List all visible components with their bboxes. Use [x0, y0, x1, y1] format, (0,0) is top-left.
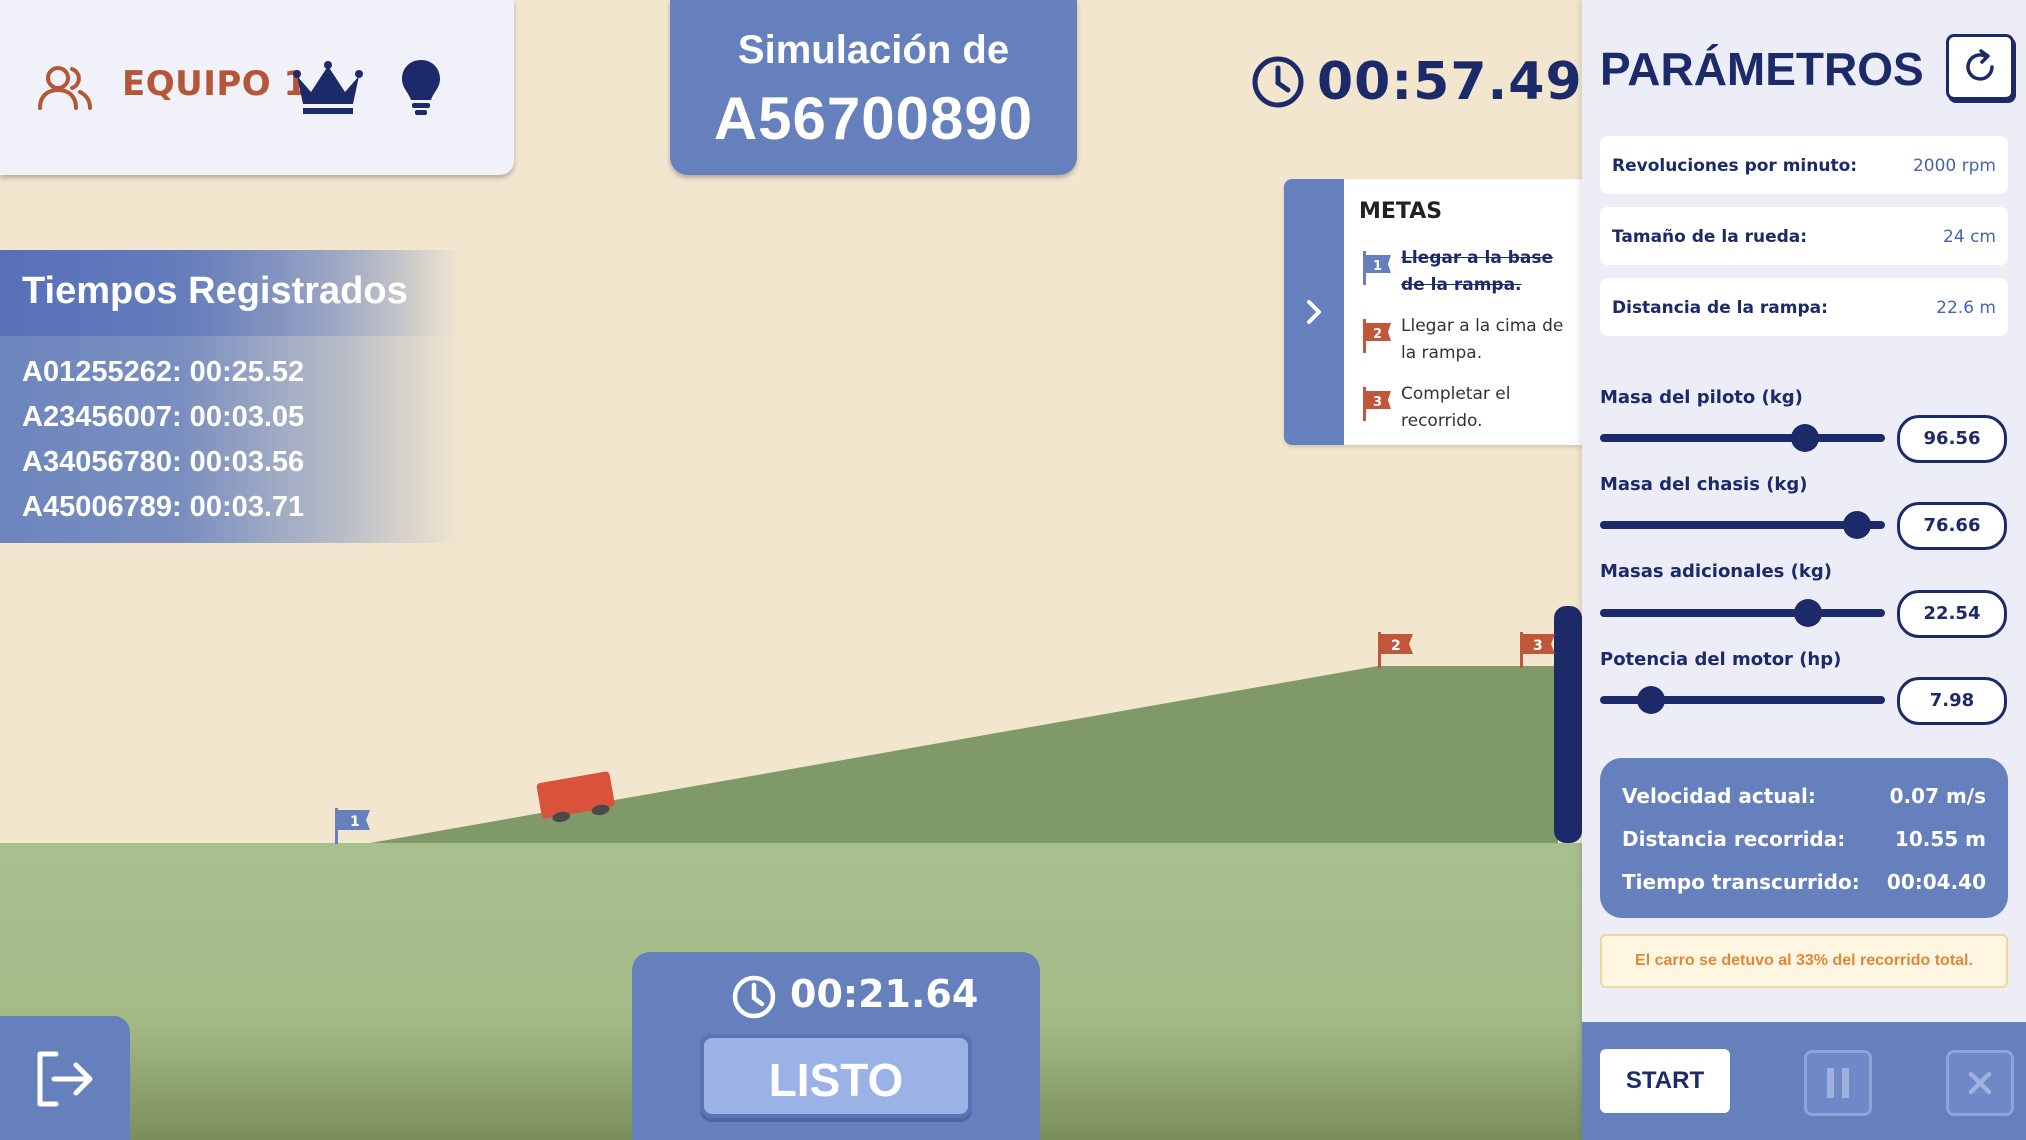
flag-3-number: 3	[1533, 638, 1543, 654]
param-label: Revoluciones por minuto:	[1612, 156, 1858, 176]
slider-label-motor-power: Potencia del motor (hp)	[1600, 649, 1842, 670]
stat-label: Distancia recorrida:	[1622, 827, 1846, 851]
crown-icon[interactable]	[293, 60, 363, 116]
param-ramp-distance: Distancia de la rampa: 22.6 m	[1600, 278, 2008, 336]
main-timer: 00:57.49	[1317, 52, 1583, 112]
exit-button[interactable]	[0, 1016, 130, 1140]
attempt-timer: 00:21.64	[790, 972, 979, 1016]
goal-flag-icon: 3	[1363, 387, 1391, 421]
stat-label: Tiempo transcurrido:	[1622, 870, 1860, 894]
recorded-times-title: Tiempos Registrados	[22, 270, 408, 312]
status-notice: El carro se detuvo al 33% del recorrido …	[1600, 934, 2008, 988]
team-panel: EQUIPO 1	[0, 0, 514, 175]
refresh-icon	[1966, 49, 1994, 81]
close-icon	[1968, 1071, 1992, 1095]
param-label: Tamaño de la rueda:	[1612, 227, 1808, 247]
reset-button[interactable]	[1946, 34, 2014, 100]
slider-knob[interactable]	[1791, 424, 1820, 452]
param-value: 24 cm	[1943, 227, 1996, 247]
chevron-right-icon	[1307, 300, 1321, 324]
goals-panel: METAS 1 Llegar a la base de la rampa. 2 …	[1284, 179, 1582, 445]
param-value: 2000 rpm	[1912, 156, 1996, 176]
goal-flag-icon: 1	[1363, 251, 1391, 285]
flag-2-number: 2	[1391, 638, 1401, 654]
slider-pilot-mass[interactable]	[1600, 434, 1885, 442]
goal-1-number: 1	[1373, 259, 1382, 274]
record-entry: A23456007: 00:03.05	[22, 401, 305, 433]
goal-2-text: Llegar a la cima de la rampa.	[1401, 316, 1564, 363]
pilot-mass-input[interactable]: 96.56	[1897, 415, 2007, 463]
extra-mass-input[interactable]: 22.54	[1897, 590, 2007, 638]
simulation-id: A56700890	[713, 85, 1034, 152]
slider-label-chassis-mass: Masa del chasis (kg)	[1600, 474, 1808, 495]
users-icon	[38, 66, 92, 110]
param-value: 22.6 m	[1936, 298, 1996, 318]
slider-label-pilot-mass: Masa del piloto (kg)	[1600, 387, 1803, 408]
record-entry: A01255262: 00:25.52	[22, 356, 305, 388]
parameters-panel: PARÁMETROS Revoluciones por minuto: 2000…	[1582, 0, 2026, 1140]
motor-power-input[interactable]: 7.98	[1897, 677, 2007, 725]
clock-icon	[732, 975, 776, 1019]
lightbulb-icon[interactable]	[400, 58, 442, 116]
flag-1-number: 1	[350, 814, 360, 830]
clock-icon	[1252, 56, 1304, 108]
goal-flag-icon: 2	[1363, 319, 1391, 353]
goal-3-text: Completar el recorrido.	[1401, 384, 1511, 431]
stop-button[interactable]	[1946, 1050, 2014, 1116]
pause-icon	[1827, 1068, 1849, 1098]
stat-value: 00:04.40	[1886, 870, 1986, 894]
param-wheel-size: Tamaño de la rueda: 24 cm	[1600, 207, 2008, 265]
stat-value: 0.07 m/s	[1889, 784, 1986, 808]
stats-box: Velocidad actual: 0.07 m/s Distancia rec…	[1600, 758, 2008, 918]
slider-knob[interactable]	[1794, 599, 1823, 627]
simulation-title: Simulación de	[737, 28, 1010, 72]
team-name: EQUIPO 1	[122, 64, 308, 104]
slider-extra-mass[interactable]	[1600, 609, 1885, 617]
recorded-times-panel: Tiempos Registrados A01255262: 00:25.52 …	[0, 250, 460, 543]
pause-button[interactable]	[1804, 1050, 1872, 1116]
param-label: Distancia de la rampa:	[1612, 298, 1828, 318]
simulation-title-box: Simulación de A56700890	[670, 0, 1077, 175]
ready-button[interactable]: LISTO	[700, 1034, 972, 1118]
chassis-mass-input[interactable]: 76.66	[1897, 502, 2007, 550]
ramp-plateau	[1378, 666, 1558, 843]
goal-2-number: 2	[1373, 327, 1382, 342]
slider-knob[interactable]	[1842, 511, 1871, 539]
param-rpm: Revoluciones por minuto: 2000 rpm	[1600, 136, 2008, 194]
logout-icon	[37, 1051, 93, 1107]
parameters-title: PARÁMETROS	[1600, 43, 1924, 95]
goal-3-number: 3	[1373, 395, 1382, 410]
goals-collapse-tab[interactable]	[1284, 179, 1344, 445]
slider-knob[interactable]	[1637, 686, 1666, 714]
record-entry: A34056780: 00:03.56	[22, 446, 305, 478]
stat-label: Velocidad actual:	[1622, 784, 1816, 808]
goals-title: METAS	[1359, 199, 1443, 224]
goal-1-text: Llegar a la base de la rampa.	[1401, 248, 1554, 295]
finish-wall	[1554, 606, 1582, 843]
start-button[interactable]: START	[1600, 1049, 1730, 1113]
stat-value: 10.55 m	[1894, 827, 1986, 851]
record-entry: A45006789: 00:03.71	[22, 491, 305, 523]
slider-label-extra-mass: Masas adicionales (kg)	[1600, 561, 1832, 582]
